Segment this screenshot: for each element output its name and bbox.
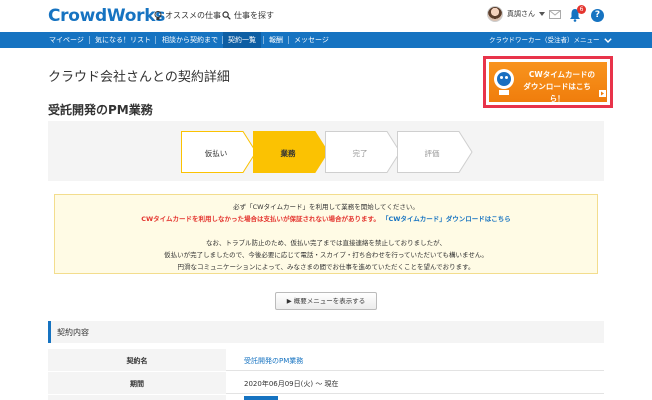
notice-line-2: CWタイムカードを利用しなかった場合は支払いが保証されない場合があります。 「C… [54,213,598,223]
nav-search-label: 仕事を探す [234,11,274,20]
crowdworks-logo[interactable]: CrowdWorks [48,6,165,26]
step-review-label: 評価 [424,149,440,158]
period-value: 2020年06月09日(火) 〜 現在 [244,380,339,388]
section-title: 契約内容 [57,328,89,337]
nav-watchlist[interactable]: 気になる！リスト [90,32,156,48]
worker-menu-label: クラウドワーカー（受注者）メニュー [489,36,600,44]
contract-name-label: 契約名 [126,357,148,365]
nav-search-jobs[interactable]: 仕事を探す [222,10,274,21]
help-icon[interactable]: ? [591,9,604,22]
notification-badge: 6 [577,5,586,14]
notice-line-5: 円滑なコミュニケーションによって、みなさまの間でお仕事を進めていただくことを望ん… [177,263,475,271]
next-row-badge [244,396,278,400]
table-header-cell [48,395,226,400]
worker-menu[interactable]: クラウドワーカー（受注者）メニュー [489,32,612,48]
contract-name-link[interactable]: 受託開発のPM業務 [244,356,303,366]
step-work-label: 業務 [280,149,296,158]
timecard-mascot-icon [494,69,514,95]
banner-line1: CWタイムカードの [528,70,596,79]
lightbulb-icon [154,10,162,20]
nav-messages[interactable]: メッセージ [289,32,334,48]
nav-divider [155,36,156,44]
step-complete-label: 完了 [352,149,368,158]
avatar [487,6,503,22]
main-navbar: マイページ 気になる！リスト 相談から契約まで 契約一覧 報酬 メッセージ クラ… [0,32,652,48]
nav-recommended-label: オススメの仕事 [165,11,221,20]
banner-text: CWタイムカードの ダウンロードはこちら！ [518,69,606,105]
page-title: クラウド会社さんとの契約詳細 [48,70,230,85]
notice-warning: CWタイムカードを利用しなかった場合は支払いが保証されない場合があります。 [141,215,380,223]
period-label: 期間 [130,380,144,388]
nav-recommended-jobs[interactable]: オススメの仕事 [154,10,221,21]
step-prepayment-label: 仮払い [204,149,228,158]
banner-line2: ダウンロードはこちら！ [523,82,591,103]
nav-mypage[interactable]: マイページ [44,32,89,48]
arrow-box-icon [599,89,606,97]
notice-line-4: 仮払いが完了しましたので、今後必要に応じて電話・スカイプ・打ち合わせを行っていた… [164,251,488,259]
contract-section-header [48,321,604,343]
user-menu[interactable]: 真調さん [487,6,545,22]
user-name: 真調さん [507,10,535,18]
chevron-down-icon [603,37,612,43]
notice-line-3: なお、トラブル防止のため、仮払い完了までは直接連絡を禁止しておりましたが、 [206,239,446,247]
banner-line2-wrap: ダウンロードはこちら！ [518,81,606,105]
header: CrowdWorks オススメの仕事 仕事を探す 真調さん 6 ? [0,0,652,32]
show-overview-menu-button[interactable]: ▶ 概要メニューを表示する [275,292,377,310]
job-title: 受託開発のPM業務 [48,103,153,117]
nav-rewards[interactable]: 報酬 [264,32,288,48]
mail-icon[interactable] [549,10,561,19]
nav-consult-to-contract[interactable]: 相談から契約まで [157,32,223,48]
nav-contract-list[interactable]: 契約一覧 [223,32,261,48]
notice-line-1: 必ず「CWタイムカード」を利用して業務を開始してください。 [233,203,419,211]
caret-down-icon [539,12,545,16]
timecard-download-link[interactable]: 「CWタイムカード」ダウンロードはこちら [382,215,511,223]
search-icon [222,11,231,20]
